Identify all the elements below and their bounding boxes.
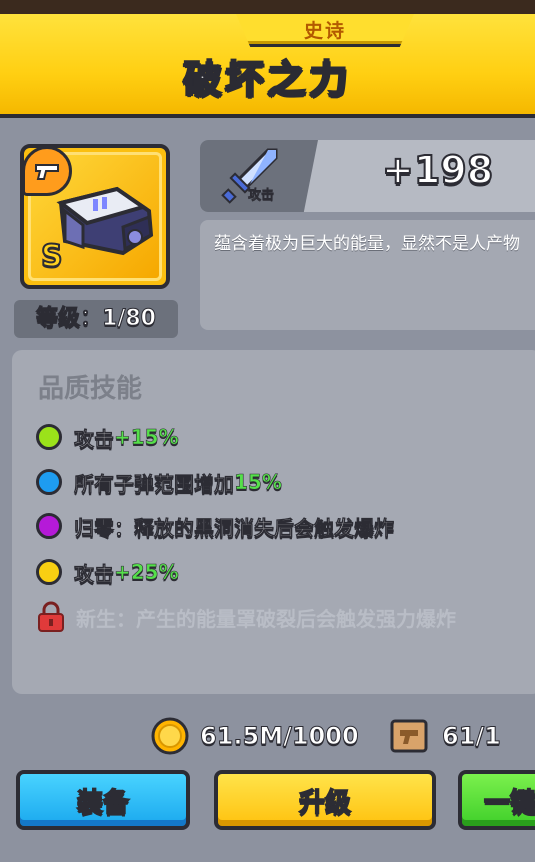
- bottom-strip: [0, 842, 535, 862]
- description-panel: 蕴含着极为巨大的能量，显然不是人产物: [200, 220, 535, 330]
- item-icon-card[interactable]: S: [20, 144, 170, 289]
- skill-bonus: +25%: [114, 560, 179, 585]
- green-dot-icon: [36, 424, 62, 450]
- skill-bonus: 15%: [234, 470, 282, 495]
- skill-row: 攻击 +25%: [36, 556, 179, 588]
- skill-row: 所有子弹范围增加 15%: [36, 466, 282, 498]
- blueprint-scroll-icon: [390, 719, 428, 753]
- pistol-badge-icon: [24, 148, 72, 196]
- blueprint-resource: 61/1: [388, 716, 501, 756]
- item-title: 破坏之力: [182, 56, 352, 102]
- top-strip: [0, 0, 535, 14]
- purple-dot-icon: [36, 513, 62, 539]
- grade-letter: S: [40, 238, 64, 275]
- rarity-label: 史诗: [303, 20, 346, 42]
- skills-title: 品质技能: [38, 374, 143, 404]
- coin-icon: [151, 717, 189, 755]
- rarity-tag: 史诗: [236, 14, 414, 47]
- skill-row: 归零：释放的黑洞消失后会触发爆炸: [36, 510, 394, 542]
- skill-text: 攻击: [74, 561, 115, 586]
- skill-text: 归零：释放的黑洞消失后会触发爆炸: [74, 515, 395, 540]
- attack-value: +198: [381, 147, 494, 193]
- coin-resource: 61.5M/1000: [150, 716, 359, 756]
- header-banner: 史诗 破坏之力: [0, 14, 535, 118]
- lock-icon: [36, 601, 66, 633]
- stat-label: 攻击: [248, 188, 275, 204]
- locked-skill-row: 新生：产生的能量罩破裂后会触发强力爆炸: [36, 601, 456, 633]
- item-description: 蕴含着极为巨大的能量，显然不是人产物: [214, 234, 520, 254]
- skill-text: 攻击: [74, 426, 115, 451]
- stat-icon-area: 攻击: [200, 140, 318, 212]
- skill-bonus: +15%: [114, 425, 179, 450]
- yellow-dot-icon: [36, 559, 62, 585]
- blue-dot-icon: [36, 469, 62, 495]
- locked-skill-text: 新生：产生的能量罩破裂后会触发强力爆炸: [76, 606, 456, 631]
- level-label: 等级：1/80: [14, 300, 178, 338]
- one-click-upgrade-button[interactable]: 一键: [458, 770, 535, 830]
- equip-button[interactable]: 装备: [16, 770, 190, 830]
- upgrade-button[interactable]: 升级: [214, 770, 436, 830]
- coin-count: 61.5M/1000: [200, 722, 360, 751]
- blueprint-count: 61/1: [442, 722, 502, 751]
- skill-text: 所有子弹范围增加: [74, 471, 235, 496]
- skill-row: 攻击 +15%: [36, 421, 179, 453]
